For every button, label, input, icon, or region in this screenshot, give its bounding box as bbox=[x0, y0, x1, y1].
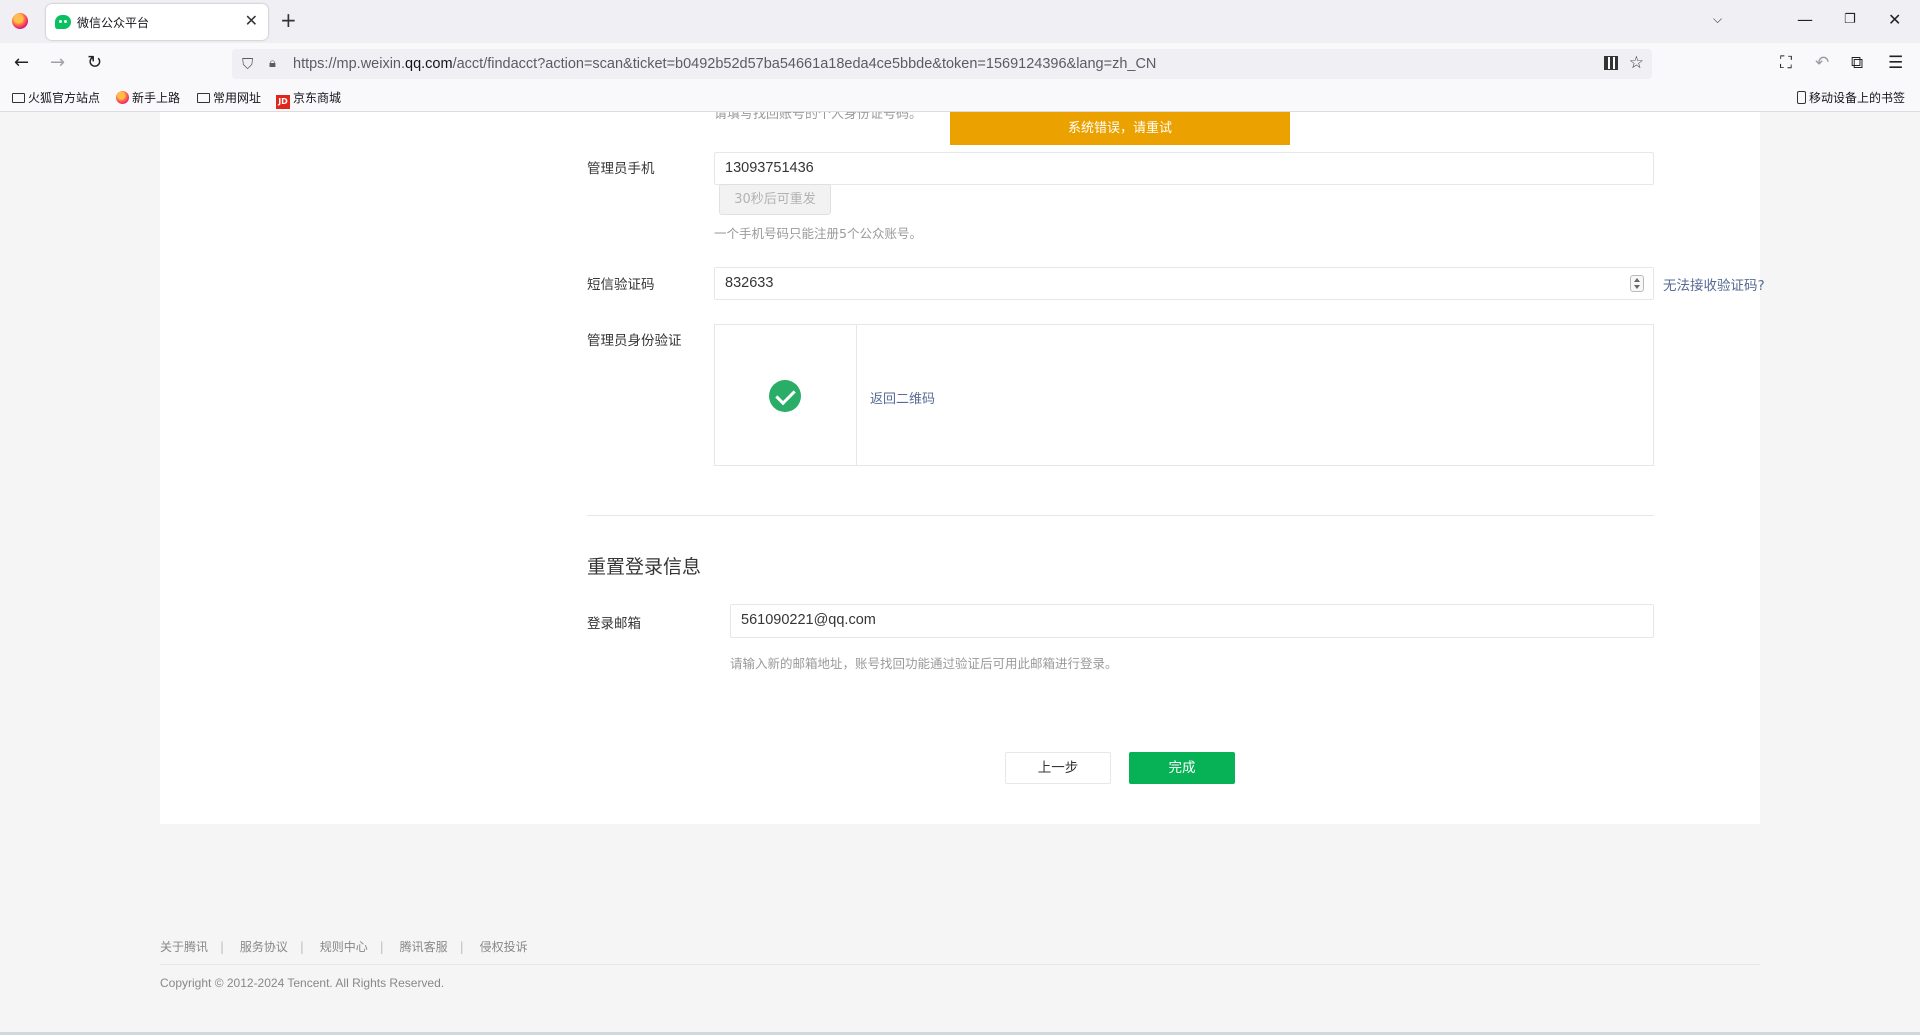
tab-title: 微信公众平台 bbox=[77, 16, 150, 30]
navigation-bar: ← → ↻ ⛉ 🔒︎ https://mp.weixin.qq.com/acct… bbox=[0, 43, 1920, 85]
menu-icon[interactable]: ☰ bbox=[1888, 53, 1903, 73]
new-tab-icon[interactable]: + bbox=[280, 10, 297, 30]
qr-code-icon[interactable] bbox=[1604, 56, 1618, 70]
number-stepper-icon[interactable] bbox=[1630, 275, 1644, 292]
footer-link-about[interactable]: 关于腾讯 bbox=[160, 938, 208, 955]
id-hint: 请填写找回账号的个人身份证号码。 bbox=[714, 112, 923, 122]
star-icon[interactable]: ☆ bbox=[1629, 53, 1644, 73]
jd-logo-icon: JD bbox=[276, 95, 290, 109]
footer-link-terms[interactable]: 服务协议 bbox=[240, 938, 288, 955]
screenshot-icon[interactable]: ⛶ bbox=[1780, 53, 1792, 73]
bookmark-jd[interactable]: JD 京东商城 bbox=[276, 90, 341, 109]
page-content: 请填写找回账号的个人身份证号码。 系统错误，请重试 管理员手机 13093751… bbox=[0, 112, 1920, 1032]
identity-label: 管理员身份验证 bbox=[587, 333, 682, 349]
folder-icon bbox=[197, 93, 210, 103]
back-to-qr-link[interactable]: 返回二维码 bbox=[870, 388, 935, 407]
tab-bar: 微信公众平台 ✕ + ⌵ — ❐ ✕ bbox=[0, 0, 1920, 43]
extensions-icon[interactable]: ⧉ bbox=[1851, 53, 1863, 73]
lock-icon[interactable]: 🔒︎ bbox=[269, 56, 276, 72]
footer-link-rules[interactable]: 规则中心 bbox=[320, 938, 368, 955]
close-tab-icon[interactable]: ✕ bbox=[245, 12, 258, 30]
url-text[interactable]: https://mp.weixin.qq.com/acct/findacct?a… bbox=[293, 56, 1156, 72]
bookmark-getting-started[interactable]: 新手上路 bbox=[116, 90, 180, 106]
footer-link-complaint[interactable]: 侵权投诉 bbox=[480, 938, 528, 955]
error-toast: 系统错误，请重试 bbox=[950, 112, 1290, 145]
copyright: Copyright © 2012-2024 Tencent. All Right… bbox=[160, 976, 445, 990]
firefox-logo-icon[interactable] bbox=[12, 13, 28, 29]
section-divider bbox=[587, 515, 1654, 516]
phone-label: 管理员手机 bbox=[587, 161, 655, 177]
footer-links: 关于腾讯 | 服务协议 | 规则中心 | 腾讯客服 | 侵权投诉 bbox=[160, 938, 528, 955]
shield-icon[interactable]: ⛉ bbox=[242, 56, 253, 72]
mobile-bookmarks[interactable]: 移动设备上的书签 bbox=[1797, 90, 1905, 106]
email-hint: 请输入新的邮箱地址，账号找回功能通过验证后可用此邮箱进行登录。 bbox=[730, 656, 1118, 671]
window-close-icon[interactable]: ✕ bbox=[1888, 10, 1901, 30]
check-circle-icon bbox=[769, 380, 801, 412]
browser-tab[interactable]: 微信公众平台 ✕ bbox=[46, 4, 268, 40]
verify-status-panel bbox=[715, 325, 857, 465]
prev-step-button[interactable]: 上一步 bbox=[1005, 752, 1111, 784]
sms-label: 短信验证码 bbox=[587, 277, 655, 293]
address-bar[interactable]: ⛉ 🔒︎ https://mp.weixin.qq.com/acct/finda… bbox=[232, 49, 1652, 79]
sms-code-value: 832633 bbox=[725, 275, 774, 291]
firefox-icon bbox=[116, 91, 129, 104]
phone-input[interactable]: 13093751436 bbox=[714, 152, 1654, 185]
bookmark-common-sites[interactable]: 常用网址 bbox=[197, 90, 261, 106]
folder-icon bbox=[12, 93, 25, 103]
email-label: 登录邮箱 bbox=[587, 616, 641, 632]
reset-section-title: 重置登录信息 bbox=[587, 556, 702, 578]
identity-verify-box: 返回二维码 bbox=[714, 324, 1654, 466]
resend-button[interactable]: 30秒后可重发 bbox=[719, 184, 831, 215]
mobile-icon bbox=[1797, 91, 1806, 104]
restore-icon[interactable]: ❐ bbox=[1844, 10, 1856, 30]
minimize-icon[interactable]: — bbox=[1797, 10, 1813, 30]
bookmarks-toolbar: 火狐官方站点 新手上路 常用网址 JD 京东商城 移动设备上的书签 bbox=[0, 85, 1920, 112]
footer-divider bbox=[160, 964, 1760, 965]
phone-hint: 一个手机号码只能注册5个公众账号。 bbox=[714, 226, 922, 241]
wechat-icon bbox=[55, 15, 71, 29]
forward-arrow-icon[interactable]: → bbox=[50, 53, 65, 73]
back-arrow-icon[interactable]: ← bbox=[14, 53, 29, 73]
footer-link-support[interactable]: 腾讯客服 bbox=[400, 938, 448, 955]
sms-code-input[interactable]: 832633 bbox=[714, 267, 1654, 300]
undo-icon[interactable]: ↶ bbox=[1815, 53, 1829, 73]
reload-icon[interactable]: ↻ bbox=[87, 53, 102, 73]
finish-button[interactable]: 完成 bbox=[1129, 752, 1235, 784]
bookmark-firefox-site[interactable]: 火狐官方站点 bbox=[12, 90, 100, 106]
form-card: 请填写找回账号的个人身份证号码。 系统错误，请重试 管理员手机 13093751… bbox=[160, 112, 1765, 824]
cannot-receive-code-link[interactable]: 无法接收验证码? bbox=[1663, 274, 1765, 294]
email-input[interactable]: 561090221@qq.com bbox=[730, 604, 1654, 638]
chevron-down-icon[interactable]: ⌵ bbox=[1713, 12, 1722, 27]
